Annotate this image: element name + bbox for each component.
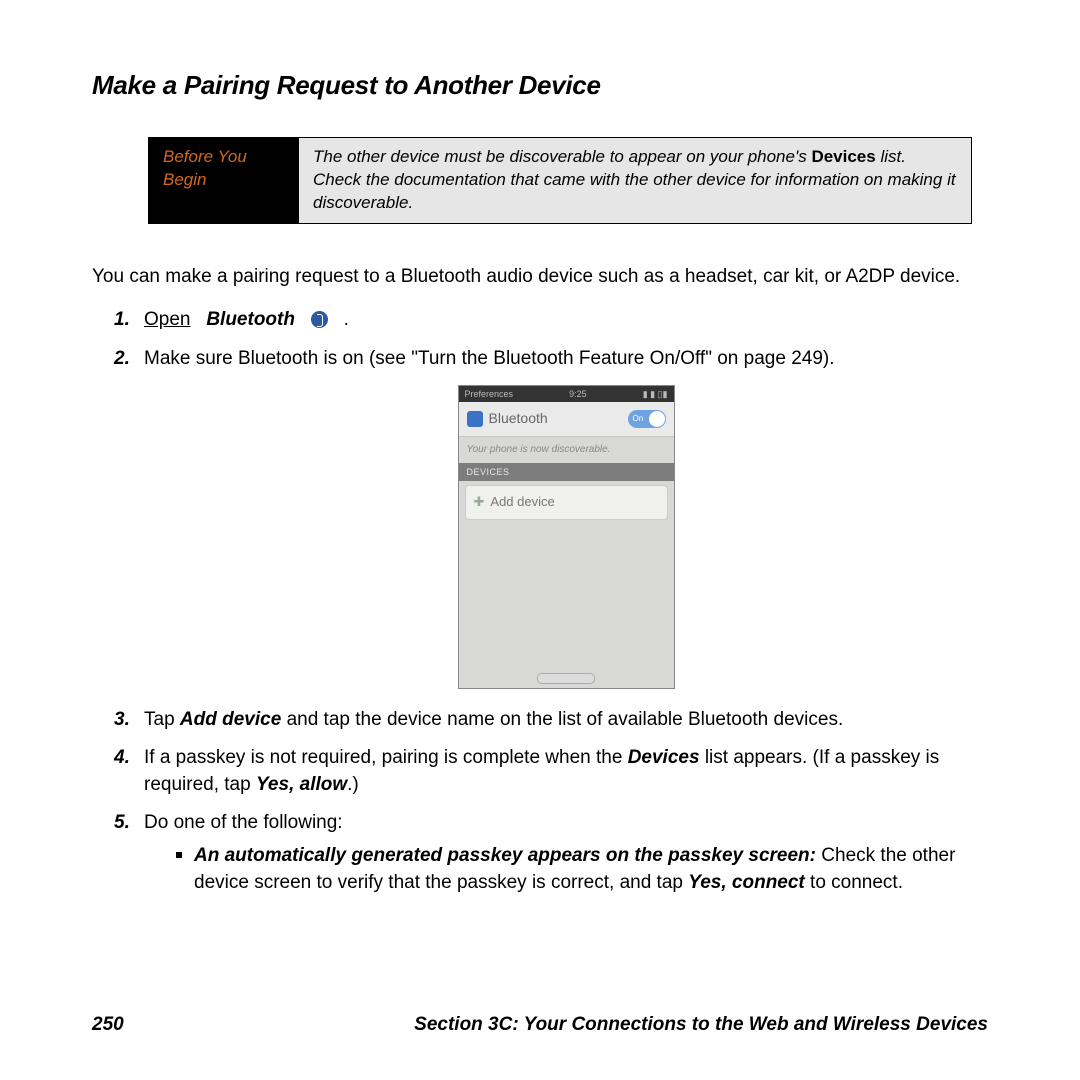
before-you-begin-box: Before You Begin The other device must b… [148,137,972,224]
before-label: Before You Begin [149,138,299,223]
ss-icons: ▮ ▮ ▯▮ [643,388,668,401]
step-1-dot: . [344,309,349,330]
step-1: 1. Open Bluetooth . [114,307,988,334]
page-title: Make a Pairing Request to Another Device [92,70,988,101]
step-number: 5. [114,810,130,837]
step-3: 3. Tap Add device and tap the device nam… [114,707,988,734]
toggle-label: On [633,413,644,424]
page-footer: 250 Section 3C: Your Connections to the … [92,1014,988,1036]
step-2: 2. Make sure Bluetooth is on (see "Turn … [114,346,988,689]
step-5-sublist: An automatically generated passkey appea… [176,843,988,896]
ss-statusbar: Preferences 9:25 ▮ ▮ ▯▮ [459,386,674,403]
step-5: 5. Do one of the following: An automatic… [114,810,988,896]
intro-paragraph: You can make a pairing request to a Blue… [92,264,988,290]
bluetooth-toggle[interactable]: On [628,410,666,428]
before-text-pre: The other device must be discoverable to… [313,147,811,166]
step-2-text: Make sure Bluetooth is on (see "Turn the… [144,348,835,369]
step-4-post: .) [347,774,359,795]
ss-header-text: Bluetooth [489,409,548,429]
step-4-pre: If a passkey is not required, pairing is… [144,747,628,768]
step-5-text: Do one of the following: [144,812,343,833]
section-label: Section 3C: Your Connections to the Web … [414,1014,988,1036]
step-number: 2. [114,346,130,373]
before-text: The other device must be discoverable to… [299,138,971,223]
step-5a-bold: Yes, connect [688,872,805,893]
step-number: 1. [114,307,130,334]
plus-icon: ✚ [474,493,485,511]
step-1-open: Open [144,309,190,330]
ss-menu: Preferences [465,388,514,401]
ss-devices-header: DEVICES [459,463,674,482]
step-4-b1: Devices [628,747,700,768]
step-4: 4. If a passkey is not required, pairing… [114,745,988,798]
step-list: 1. Open Bluetooth . 2. Make sure Bluetoo… [114,307,988,896]
step-number: 4. [114,745,130,772]
step-3-post: and tap the device name on the list of a… [281,709,843,730]
ss-time: 9:25 [569,388,587,401]
phone-screenshot: Preferences 9:25 ▮ ▮ ▯▮ Bluetooth On You… [458,385,675,689]
ss-discoverable-note: Your phone is now discoverable. [459,437,674,463]
ss-header: Bluetooth On [459,402,674,437]
step-5a-post: to connect. [805,872,903,893]
gesture-bar [459,670,674,688]
step-number: 3. [114,707,130,734]
step-1-bluetooth: Bluetooth [206,309,295,330]
bluetooth-icon [311,311,328,328]
step-3-pre: Tap [144,709,180,730]
step-4-b2: Yes, allow [256,774,347,795]
bluetooth-icon [467,411,483,427]
before-text-bold: Devices [811,147,875,166]
manual-page: Make a Pairing Request to Another Device… [0,0,1080,1080]
step-5a: An automatically generated passkey appea… [176,843,988,896]
step-3-bold: Add device [180,709,281,730]
ss-empty-area [459,524,674,670]
add-device-label: Add device [490,493,554,511]
add-device-row[interactable]: ✚ Add device [465,485,668,519]
step-5a-lead: An automatically generated passkey appea… [194,845,816,866]
page-number: 250 [92,1014,124,1036]
